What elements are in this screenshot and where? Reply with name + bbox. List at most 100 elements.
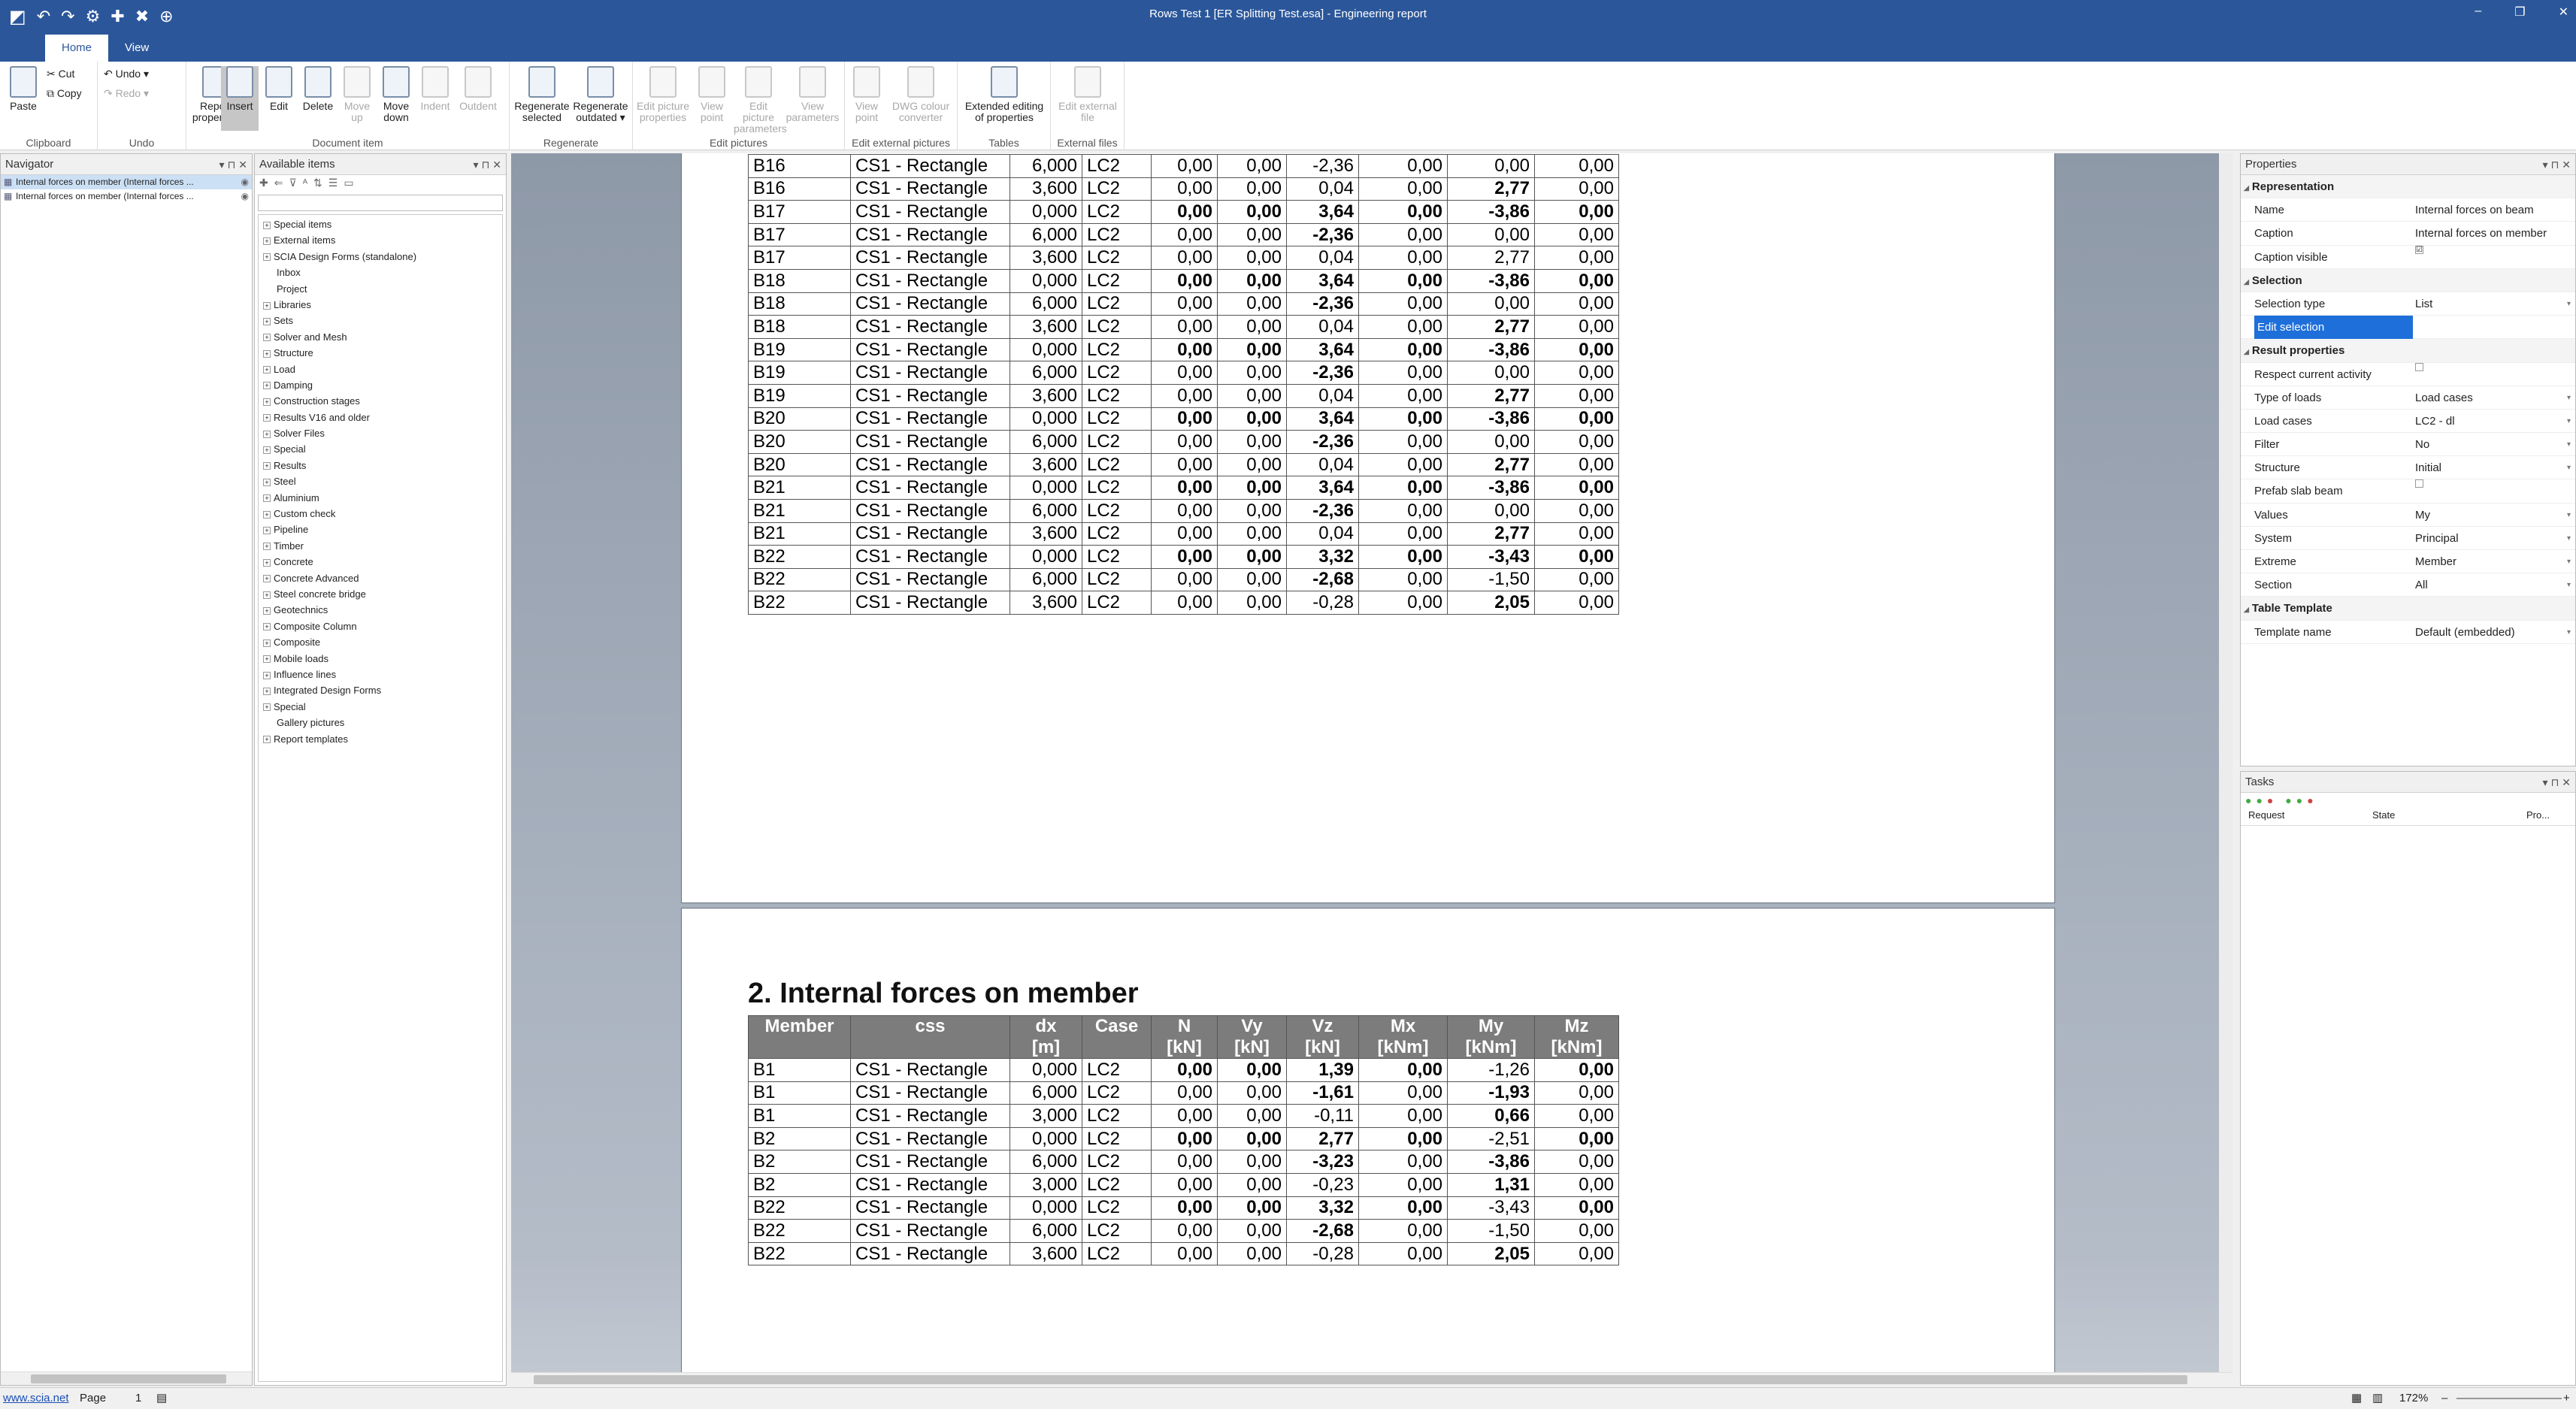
- property-value[interactable]: Load cases: [2415, 386, 2473, 410]
- edit-external-file-button[interactable]: Edit external file: [1057, 66, 1118, 131]
- property-row[interactable]: Respect current activity: [2241, 362, 2575, 386]
- table-row[interactable]: B2 CS1 - Rectangle 0,000 LC2 0,00 0,00 2,77 0,0…: [748, 1126, 1619, 1151]
- column-progress[interactable]: Pro...: [2526, 809, 2550, 821]
- tree-item[interactable]: + Composite Column: [259, 618, 502, 634]
- table-row[interactable]: B22 CS1 - Rectangle 6,000 LC2 0,00 0,00 -2,68 0…: [748, 567, 1619, 592]
- cut-button[interactable]: ✂ Cut: [47, 68, 74, 80]
- navigator-item[interactable]: ▦ Internal forces on member (Internal for…: [1, 189, 252, 204]
- tree-item[interactable]: + Aluminium: [259, 490, 502, 506]
- tree-item[interactable]: + Libraries: [259, 297, 502, 313]
- property-row[interactable]: Extreme Member ▾: [2241, 550, 2575, 574]
- table-row[interactable]: B17 CS1 - Rectangle 0,000 LC2 0,00 0,00 3,64 0,…: [748, 200, 1619, 224]
- expand-icon[interactable]: +: [263, 382, 271, 390]
- expand-icon[interactable]: +: [263, 366, 271, 374]
- property-row[interactable]: Load cases LC2 - dl ▾: [2241, 410, 2575, 434]
- indent-button[interactable]: Indent: [416, 66, 454, 131]
- tree-item[interactable]: + Special: [259, 441, 502, 457]
- move-up-button[interactable]: Move up: [338, 66, 376, 131]
- tab-view[interactable]: View: [108, 35, 165, 62]
- tree-item[interactable]: + Integrated Design Forms: [259, 682, 502, 698]
- column-header[interactable]: Vy [kN]: [1217, 1015, 1287, 1059]
- table-row[interactable]: B21 CS1 - Rectangle 3,600 LC2 0,00 0,00 0,04 0,…: [748, 522, 1619, 546]
- property-value[interactable]: [2415, 362, 2423, 371]
- tree-item[interactable]: + Timber: [259, 538, 502, 554]
- column-state[interactable]: State: [2372, 809, 2395, 821]
- table-row[interactable]: B1 CS1 - Rectangle 6,000 LC2 0,00 0,00 -1,61 0,…: [748, 1081, 1619, 1105]
- property-row[interactable]: Section All ▾: [2241, 573, 2575, 597]
- table-row[interactable]: B22 CS1 - Rectangle 3,600 LC2 0,00 0,00 -0,28 0…: [748, 591, 1619, 615]
- tree-item[interactable]: + Steel: [259, 473, 502, 489]
- panel-controls-icon[interactable]: ▾ ⊓ ✕: [2543, 154, 2571, 175]
- expand-icon[interactable]: +: [263, 526, 271, 534]
- property-value[interactable]: Internal forces on member: [2415, 222, 2547, 245]
- tree-item[interactable]: + Special: [259, 699, 502, 715]
- dwg-colour-converter-button[interactable]: DWG colour converter: [888, 66, 953, 131]
- table-row[interactable]: B2 CS1 - Rectangle 3,000 LC2 0,00 0,00 -0,23 0,…: [748, 1172, 1619, 1197]
- expand-icon[interactable]: +: [263, 462, 271, 470]
- property-value[interactable]: ☑: [2415, 245, 2423, 254]
- property-row[interactable]: Values My ▾: [2241, 503, 2575, 527]
- tree-item[interactable]: + Concrete: [259, 554, 502, 570]
- property-value[interactable]: List: [2415, 292, 2432, 316]
- property-row[interactable]: Structure Initial ▾: [2241, 456, 2575, 480]
- property-value[interactable]: Initial: [2415, 456, 2441, 479]
- property-value[interactable]: Principal: [2415, 527, 2459, 550]
- tree-item[interactable]: + Special items: [259, 216, 502, 232]
- property-value[interactable]: No: [2415, 433, 2429, 456]
- table-row[interactable]: B19 CS1 - Rectangle 6,000 LC2 0,00 0,00 -2,36 0…: [748, 361, 1619, 385]
- expand-icon[interactable]: +: [263, 317, 271, 325]
- minimize-button[interactable]: –: [2475, 5, 2481, 20]
- table-row[interactable]: B16 CS1 - Rectangle 3,600 LC2 0,00 0,00 0,04 0,…: [748, 177, 1619, 201]
- expand-icon[interactable]: +: [263, 736, 271, 744]
- move-down-button[interactable]: Move down: [377, 66, 415, 131]
- property-row[interactable]: Edit selection: [2241, 316, 2575, 340]
- property-value[interactable]: My: [2415, 503, 2430, 527]
- tree-item[interactable]: + SCIA Design Forms (standalone): [259, 249, 502, 265]
- tree-item[interactable]: + Solver and Mesh: [259, 329, 502, 345]
- expand-icon[interactable]: +: [263, 334, 271, 342]
- page-layout-icon[interactable]: ▤: [156, 1388, 167, 1409]
- property-value[interactable]: All: [2415, 573, 2428, 597]
- edit-button[interactable]: Edit: [260, 66, 298, 131]
- property-row[interactable]: Name Internal forces on beam: [2241, 198, 2575, 222]
- navigator-item[interactable]: ▦ Internal forces on member (Internal for…: [1, 175, 252, 189]
- expand-icon[interactable]: +: [263, 655, 271, 664]
- expand-icon[interactable]: +: [263, 703, 271, 712]
- dropdown-arrow-icon[interactable]: ▾: [2567, 433, 2571, 456]
- document-vertical-scrollbar[interactable]: [2219, 153, 2232, 1377]
- property-row[interactable]: Prefab slab beam: [2241, 479, 2575, 503]
- extended-editing-button[interactable]: Extended editing of properties: [962, 66, 1046, 131]
- tree-item[interactable]: + Geotechnics: [259, 602, 502, 618]
- table-row[interactable]: B17 CS1 - Rectangle 6,000 LC2 0,00 0,00 -2,36 0…: [748, 222, 1619, 247]
- table-row[interactable]: B21 CS1 - Rectangle 0,000 LC2 0,00 0,00 3,64 0,…: [748, 476, 1619, 500]
- table-row[interactable]: B18 CS1 - Rectangle 6,000 LC2 0,00 0,00 -2,36 0…: [748, 292, 1619, 316]
- available-items-search-input[interactable]: [258, 195, 503, 211]
- two-page-view-icon[interactable]: ▥: [2372, 1388, 2383, 1409]
- table-row[interactable]: B18 CS1 - Rectangle 3,600 LC2 0,00 0,00 0,04 0,…: [748, 315, 1619, 339]
- table-row[interactable]: B21 CS1 - Rectangle 6,000 LC2 0,00 0,00 -2,36 0…: [748, 498, 1619, 523]
- regenerate-outdated-button[interactable]: Regenerate outdated ▾: [573, 66, 628, 131]
- tree-item[interactable]: + Custom check: [259, 506, 502, 522]
- dropdown-arrow-icon[interactable]: ▾: [2567, 550, 2571, 573]
- expand-icon[interactable]: +: [263, 606, 271, 615]
- table-row[interactable]: B22 CS1 - Rectangle 0,000 LC2 0,00 0,00 3,32 0,…: [748, 1196, 1619, 1220]
- regenerate-selected-button[interactable]: Regenerate selected: [514, 66, 570, 131]
- tree-item[interactable]: + Solver Files: [259, 425, 502, 441]
- view-point-button[interactable]: View point: [693, 66, 731, 131]
- document-horizontal-scrollbar[interactable]: [511, 1372, 2232, 1386]
- column-header[interactable]: Member: [748, 1015, 851, 1059]
- column-header[interactable]: dx [m]: [1010, 1015, 1082, 1059]
- dropdown-arrow-icon[interactable]: ▾: [2567, 503, 2571, 527]
- column-header[interactable]: css: [850, 1015, 1010, 1059]
- expand-icon[interactable]: +: [263, 414, 271, 422]
- tree-item[interactable]: + Construction stages: [259, 393, 502, 409]
- expand-icon[interactable]: +: [263, 575, 271, 583]
- external-view-point-button[interactable]: View point: [848, 66, 885, 131]
- tree-item[interactable]: + Sets: [259, 313, 502, 328]
- tree-item[interactable]: + Steel concrete bridge: [259, 586, 502, 602]
- table-row[interactable]: B22 CS1 - Rectangle 6,000 LC2 0,00 0,00 -2,68 0…: [748, 1219, 1619, 1243]
- property-row[interactable]: System Principal ▾: [2241, 527, 2575, 550]
- expand-icon[interactable]: +: [263, 221, 271, 229]
- column-header[interactable]: Vz [kN]: [1286, 1015, 1359, 1059]
- expand-icon[interactable]: +: [263, 510, 271, 519]
